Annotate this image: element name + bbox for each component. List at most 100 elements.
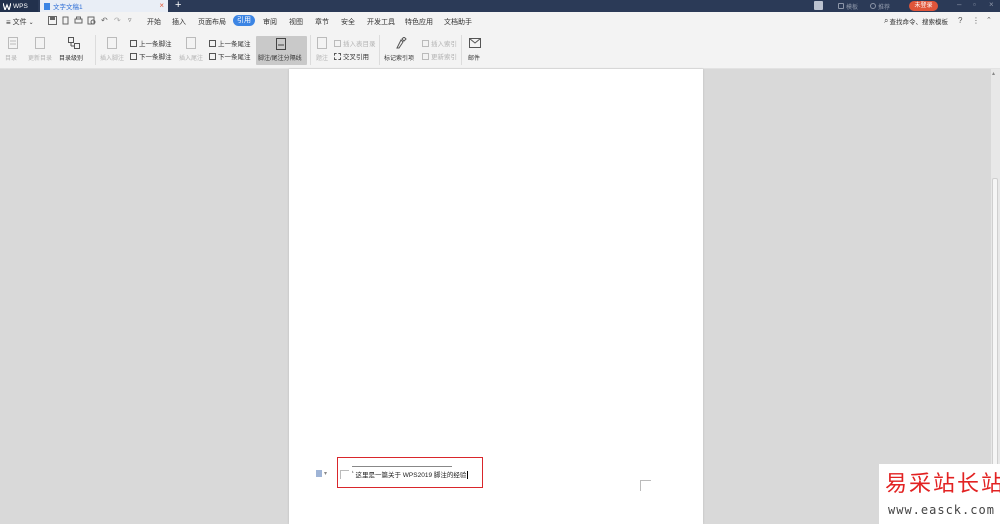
document-icon: [44, 2, 50, 10]
prev-footnote-button[interactable]: 上一条脚注: [130, 38, 172, 48]
wps-logo-icon: [3, 2, 11, 10]
ribbon-divider: [95, 35, 96, 65]
template-button[interactable]: 模板: [838, 0, 858, 12]
prev-footnote-label: 上一条脚注: [139, 41, 172, 48]
quick-access-dropdown-icon[interactable]: ▿: [128, 16, 132, 24]
prev-endnote-icon: [209, 39, 216, 47]
update-toc-button[interactable]: 更新目录: [28, 53, 52, 62]
caption-button[interactable]: 题注: [316, 53, 328, 62]
document-page[interactable]: [289, 69, 703, 524]
tab-references[interactable]: 引用: [233, 15, 255, 26]
tab-section[interactable]: 章节: [315, 17, 329, 27]
file-menu-button[interactable]: ≡ 文件 ⌄: [6, 17, 34, 27]
search-icon: ⌕: [884, 16, 889, 25]
hamburger-icon: ≡: [6, 17, 11, 27]
save-icon[interactable]: [48, 16, 57, 25]
prev-footnote-icon: [130, 39, 137, 47]
restore-icon[interactable]: ▫: [973, 0, 976, 9]
update-index-label: 更新索引: [431, 54, 457, 61]
mail-icon: [469, 38, 481, 48]
cross-reference-button[interactable]: 交叉引用: [334, 51, 369, 61]
close-tab-icon[interactable]: ×: [159, 1, 164, 10]
caption-icon: [317, 37, 327, 49]
update-index-icon: [422, 52, 429, 60]
separator-line-label: 脚注/尾注分隔线: [258, 56, 302, 62]
tab-home[interactable]: 开始: [147, 17, 161, 27]
redo-icon[interactable]: ↷: [114, 16, 121, 25]
tab-developer[interactable]: 开发工具: [367, 17, 395, 27]
watermark-url: www.easck.com: [888, 503, 995, 517]
chevron-down-icon: ⌄: [28, 19, 34, 26]
insert-footnote-button[interactable]: 插入脚注: [100, 53, 124, 62]
prev-endnote-button[interactable]: 上一条尾注: [209, 38, 251, 48]
cross-reference-icon: [334, 52, 341, 60]
wps-tab-label: WPS: [13, 2, 28, 10]
insert-endnote-button[interactable]: 插入尾注: [179, 53, 203, 62]
next-footnote-icon: [130, 52, 137, 60]
chevron-down-icon: ▾: [324, 471, 328, 477]
prev-endnote-label: 上一条尾注: [218, 41, 251, 48]
tab-wps-home[interactable]: WPS: [0, 0, 38, 12]
collapse-ribbon-icon[interactable]: ⌃: [986, 16, 992, 24]
output-pdf-icon[interactable]: [61, 16, 70, 25]
new-tab-button[interactable]: +: [175, 0, 181, 11]
collab-button[interactable]: 推荐: [870, 0, 890, 12]
insert-index-icon: [422, 39, 429, 47]
insert-index-label: 插入索引: [431, 41, 457, 48]
command-search[interactable]: ⌕ 查找命令、搜索模板: [884, 16, 948, 26]
update-index-button[interactable]: 更新索引: [422, 51, 457, 61]
table-caption-icon: [334, 39, 341, 47]
toc-level-icon: [68, 37, 80, 49]
mark-index-button[interactable]: 标记索引项: [384, 53, 414, 62]
highlight-box: [337, 457, 483, 488]
tab-insert[interactable]: 插入: [172, 17, 186, 27]
scroll-up-icon[interactable]: ▴: [992, 70, 995, 77]
tab-view[interactable]: 视图: [289, 17, 303, 27]
next-endnote-label: 下一条尾注: [218, 54, 251, 61]
cross-reference-label: 交叉引用: [343, 54, 369, 61]
command-search-label: 查找命令、搜索模板: [889, 19, 948, 26]
insert-index-button[interactable]: 插入索引: [422, 38, 457, 48]
ribbon-divider: [461, 35, 462, 65]
toc-level-button[interactable]: 目录级别: [59, 53, 83, 62]
mail-button[interactable]: 邮件: [468, 53, 480, 62]
help-icon[interactable]: ?: [958, 16, 962, 25]
next-footnote-label: 下一条脚注: [139, 54, 172, 61]
tab-special-apps[interactable]: 特色应用: [405, 17, 433, 27]
collab-label: 推荐: [878, 4, 891, 11]
toc-button[interactable]: 目录: [5, 53, 17, 62]
ribbon-divider: [379, 35, 380, 65]
next-endnote-icon: [209, 52, 216, 60]
watermark-title: 易采站长站: [885, 472, 1000, 497]
next-endnote-button[interactable]: 下一条尾注: [209, 51, 251, 61]
tab-document[interactable]: 文字文稿1 ×: [40, 0, 168, 12]
tab-review[interactable]: 审阅: [263, 17, 277, 27]
template-icon: [838, 3, 844, 9]
tab-page-layout[interactable]: 页面布局: [198, 17, 226, 27]
undo-icon[interactable]: ↶: [101, 16, 108, 25]
margin-corner-mark: [640, 480, 651, 491]
separator-line-icon: [276, 38, 286, 50]
insert-footnote-icon: [107, 37, 117, 49]
print-preview-icon[interactable]: [87, 16, 96, 25]
tab-doc-assistant[interactable]: 文档助手: [444, 17, 472, 27]
toc-icon: [8, 37, 18, 49]
login-button[interactable]: 未登录: [909, 1, 938, 11]
clock-icon: [870, 3, 876, 9]
more-icon[interactable]: ⋮: [972, 16, 980, 25]
file-menu-label: 文件: [12, 19, 27, 26]
next-footnote-button[interactable]: 下一条脚注: [130, 51, 172, 61]
mark-index-icon: [396, 37, 407, 49]
print-icon[interactable]: [74, 16, 83, 25]
document-handle-icon: [316, 470, 322, 477]
template-label: 模板: [846, 4, 859, 11]
insert-table-caption-label: 插入表目录: [343, 41, 376, 48]
close-window-icon[interactable]: ×: [989, 0, 994, 9]
avatar[interactable]: [814, 1, 823, 10]
tab-security[interactable]: 安全: [341, 17, 355, 27]
minimize-icon[interactable]: –: [957, 0, 961, 9]
paragraph-handle[interactable]: ▾: [316, 470, 327, 477]
update-toc-icon: [35, 37, 45, 49]
insert-endnote-icon: [186, 37, 196, 49]
insert-table-caption-button[interactable]: 插入表目录: [334, 38, 376, 48]
